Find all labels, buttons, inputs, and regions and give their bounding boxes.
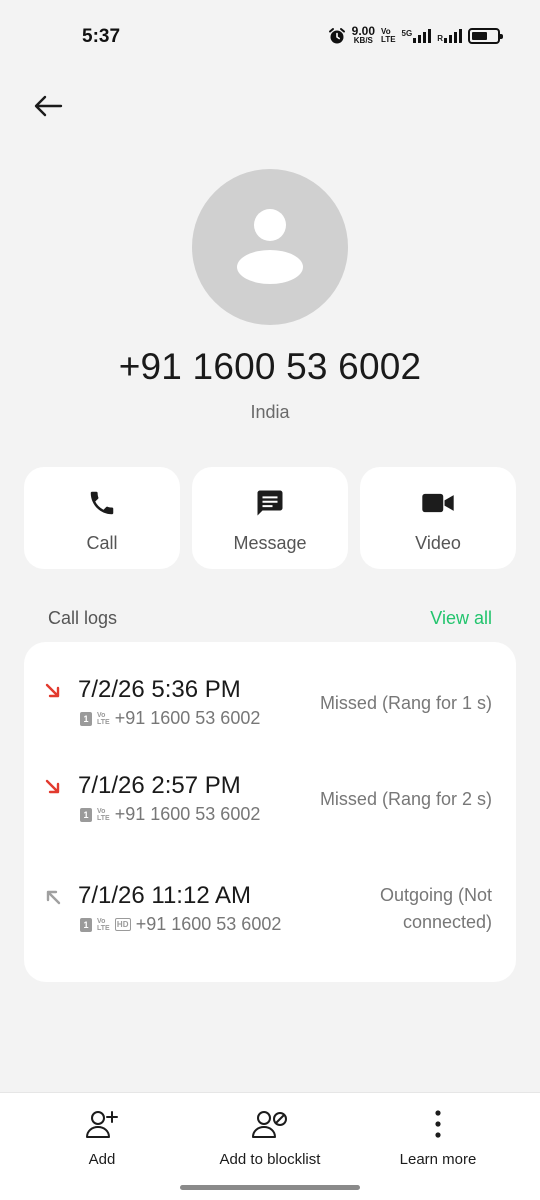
call-log-datetime: 7/1/26 2:57 PM <box>78 772 241 799</box>
person-icon <box>237 209 303 284</box>
call-log-number: +91 1600 53 6002 <box>114 708 261 728</box>
add-person-icon <box>86 1111 118 1138</box>
call-log-item[interactable]: 7/1/26 11:12 AM 1 Vo LTE HD +91 1600 53 6… <box>24 882 516 952</box>
call-logs-title: Call logs <box>48 608 118 628</box>
call-log-details: 1 Vo LTE +91 1600 53 6002 <box>80 804 260 825</box>
signal-sim1: 5G <box>402 29 432 43</box>
contact-country: India <box>250 402 290 422</box>
phone-icon <box>90 491 114 515</box>
call-log-datetime: 7/2/26 5:36 PM <box>78 676 241 703</box>
call-log-item[interactable]: 7/2/26 5:36 PM 1 Vo LTE +91 1600 53 6002 … <box>24 676 516 736</box>
volte-badge: Vo LTE <box>97 807 110 822</box>
video-icon <box>422 493 454 513</box>
add-to-blocklist-button[interactable]: Add to blocklist <box>212 1107 328 1168</box>
call-log-status: Outgoing (Not connected) <box>379 885 492 932</box>
call-logs-card: 7/2/26 5:36 PM 1 Vo LTE +91 1600 53 6002 … <box>24 642 516 982</box>
status-icons: 9.00 KB/S Vo LTE 5G R <box>328 24 503 48</box>
sim-badge: 1 <box>80 917 92 932</box>
video-button[interactable]: Video <box>360 467 516 569</box>
add-label: Add <box>88 1151 116 1168</box>
video-label: Video <box>415 533 461 553</box>
bottom-action-bar: Add Add to blocklist Learn more <box>0 1092 540 1200</box>
call-log-details: 1 Vo LTE +91 1600 53 6002 <box>80 708 260 729</box>
call-log-datetime: 7/1/26 11:12 AM <box>78 882 252 909</box>
block-person-icon <box>252 1111 287 1138</box>
volte-indicator: Vo LTE <box>381 27 396 44</box>
back-button[interactable] <box>28 88 68 124</box>
status-time: 5:37 <box>82 26 121 47</box>
learn-more-button[interactable]: Learn more <box>396 1107 480 1168</box>
message-label: Message <box>233 533 307 553</box>
alarm-icon <box>328 27 346 45</box>
hd-badge: HD <box>114 918 131 931</box>
status-bar: 5:37 9.00 KB/S Vo LTE 5G R <box>0 0 540 72</box>
call-log-status: Missed (Rang for 2 s) <box>319 789 492 809</box>
message-button[interactable]: Message <box>192 467 348 569</box>
more-vertical-icon <box>435 1110 441 1138</box>
call-button[interactable]: Call <box>24 467 180 569</box>
view-all-link[interactable]: View all <box>430 608 492 629</box>
battery-icon <box>468 28 503 44</box>
call-log-number: +91 1600 53 6002 <box>114 804 261 824</box>
call-log-details: 1 Vo LTE HD +91 1600 53 6002 <box>80 914 281 935</box>
volte-badge: Vo LTE <box>97 917 110 932</box>
volte-badge: Vo LTE <box>97 711 110 726</box>
sim-badge: 1 <box>80 807 92 822</box>
avatar <box>192 169 348 325</box>
contact-number: +91 1600 53 6002 <box>118 346 422 387</box>
call-log-number: +91 1600 53 6002 <box>135 914 282 934</box>
sim-badge: 1 <box>80 711 92 726</box>
home-indicator[interactable] <box>180 1185 360 1190</box>
blocklist-label: Add to blocklist <box>219 1151 321 1168</box>
outgoing-call-icon <box>44 888 62 911</box>
message-icon <box>257 490 283 516</box>
signal-sim2: R <box>437 29 462 43</box>
learn-more-label: Learn more <box>399 1151 477 1168</box>
missed-call-icon <box>44 682 62 705</box>
call-label: Call <box>86 533 118 553</box>
network-speed: 9.00 KB/S <box>351 24 376 45</box>
call-log-item[interactable]: 7/1/26 2:57 PM 1 Vo LTE +91 1600 53 6002 … <box>24 772 516 832</box>
call-log-status: Missed (Rang for 1 s) <box>319 693 492 713</box>
add-contact-button[interactable]: Add <box>82 1107 122 1168</box>
back-arrow-icon <box>34 95 63 117</box>
missed-call-icon <box>44 778 62 801</box>
